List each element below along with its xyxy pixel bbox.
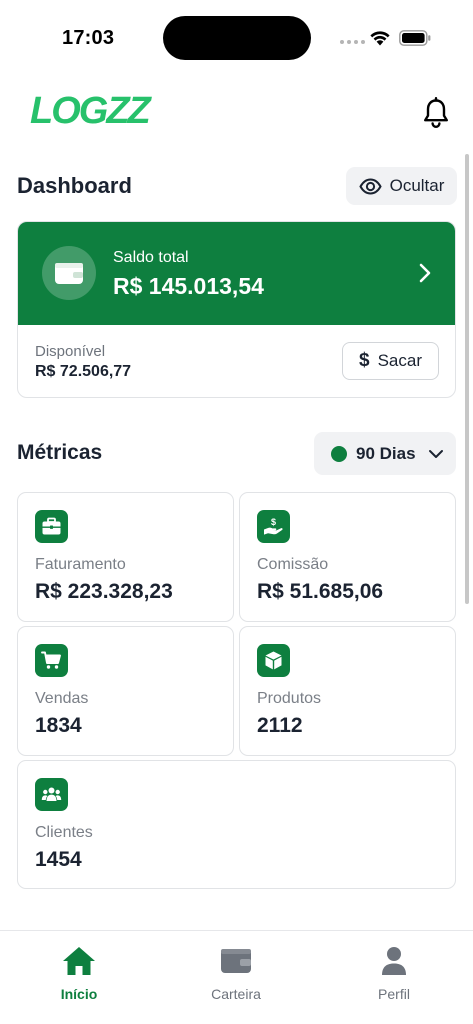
metric-label: Faturamento bbox=[35, 556, 126, 573]
tab-label: Carteira bbox=[211, 986, 261, 1002]
metric-icon-badge: $ bbox=[257, 510, 290, 543]
metric-card-revenue[interactable]: Faturamento R$ 223.328,23 bbox=[17, 492, 234, 622]
period-select[interactable]: 90 Dias bbox=[314, 432, 456, 475]
wifi-icon bbox=[370, 31, 390, 46]
hide-values-label: Ocultar bbox=[389, 176, 445, 195]
dollar-icon: $ bbox=[359, 350, 370, 371]
metric-label: Vendas bbox=[35, 690, 89, 707]
home-icon bbox=[63, 947, 95, 975]
available-balance-label: Disponível bbox=[35, 343, 106, 360]
metric-card-commission[interactable]: $ Comissão R$ 51.685,06 bbox=[239, 492, 456, 622]
metric-label: Clientes bbox=[35, 824, 93, 841]
metric-value: 1834 bbox=[35, 714, 82, 737]
scroll-indicator[interactable] bbox=[465, 154, 469, 604]
metric-icon-badge bbox=[35, 510, 68, 543]
svg-text:$: $ bbox=[271, 517, 276, 527]
bell-icon[interactable] bbox=[421, 97, 451, 129]
tab-wallet[interactable]: Carteira bbox=[181, 945, 291, 1002]
metric-card-clients[interactable]: Clientes 1454 bbox=[17, 760, 456, 889]
user-icon bbox=[382, 947, 406, 975]
metric-icon-badge bbox=[257, 644, 290, 677]
withdraw-button[interactable]: $ Sacar bbox=[342, 342, 439, 380]
dynamic-island bbox=[163, 16, 311, 60]
metric-value: 1454 bbox=[35, 848, 82, 871]
available-balance-value: R$ 72.506,77 bbox=[35, 363, 132, 380]
users-icon bbox=[41, 787, 62, 801]
wallet-badge bbox=[42, 246, 96, 300]
metric-value: R$ 223.328,23 bbox=[35, 580, 173, 603]
metric-label: Produtos bbox=[257, 690, 322, 707]
cart-icon bbox=[41, 651, 61, 669]
briefcase-icon bbox=[42, 517, 61, 535]
cellular-signal-icon bbox=[340, 40, 365, 44]
total-balance-value: R$ 145.013,54 bbox=[113, 273, 264, 299]
svg-text:LOGZZ: LOGZZ bbox=[30, 90, 152, 132]
box-icon bbox=[265, 651, 282, 670]
metric-value: R$ 51.685,06 bbox=[257, 580, 384, 603]
period-status-dot bbox=[331, 445, 347, 462]
wallet-icon bbox=[55, 263, 83, 284]
wallet-icon bbox=[221, 949, 251, 973]
bottom-tab-bar: Início Carteira Perfil bbox=[0, 930, 473, 1024]
metric-icon-badge bbox=[35, 778, 68, 811]
hand-coin-icon: $ bbox=[264, 517, 283, 535]
tab-profile[interactable]: Perfil bbox=[339, 945, 449, 1002]
period-value: 90 Dias bbox=[356, 443, 416, 463]
app-header: LOGZZ bbox=[0, 80, 473, 144]
hide-values-button[interactable]: Ocultar bbox=[346, 167, 457, 205]
tab-home[interactable]: Início bbox=[24, 945, 134, 1002]
total-balance-label: Saldo total bbox=[113, 249, 189, 266]
metric-card-sales[interactable]: Vendas 1834 bbox=[17, 626, 234, 756]
status-time: 17:03 bbox=[62, 27, 115, 49]
metric-icon-badge bbox=[35, 644, 68, 677]
chevron-down-icon bbox=[428, 449, 443, 458]
total-balance-banner[interactable]: Saldo total R$ 145.013,54 bbox=[18, 222, 455, 325]
metric-card-products[interactable]: Produtos 2112 bbox=[239, 626, 456, 756]
tab-label: Início bbox=[60, 986, 98, 1002]
status-bar: 17:03 bbox=[0, 0, 473, 70]
eye-icon bbox=[358, 177, 382, 195]
metric-value: 2112 bbox=[257, 714, 303, 737]
withdraw-label: Sacar bbox=[377, 351, 422, 370]
battery-icon bbox=[399, 30, 431, 46]
metric-label: Comissão bbox=[257, 556, 329, 573]
page-title: Dashboard bbox=[17, 173, 132, 198]
logzz-logo: LOGZZ bbox=[30, 90, 152, 132]
metrics-title: Métricas bbox=[17, 441, 103, 464]
balance-card: Saldo total R$ 145.013,54 Disponível R$ … bbox=[17, 221, 456, 398]
chevron-right-icon[interactable] bbox=[416, 262, 434, 284]
tab-label: Perfil bbox=[378, 986, 410, 1002]
